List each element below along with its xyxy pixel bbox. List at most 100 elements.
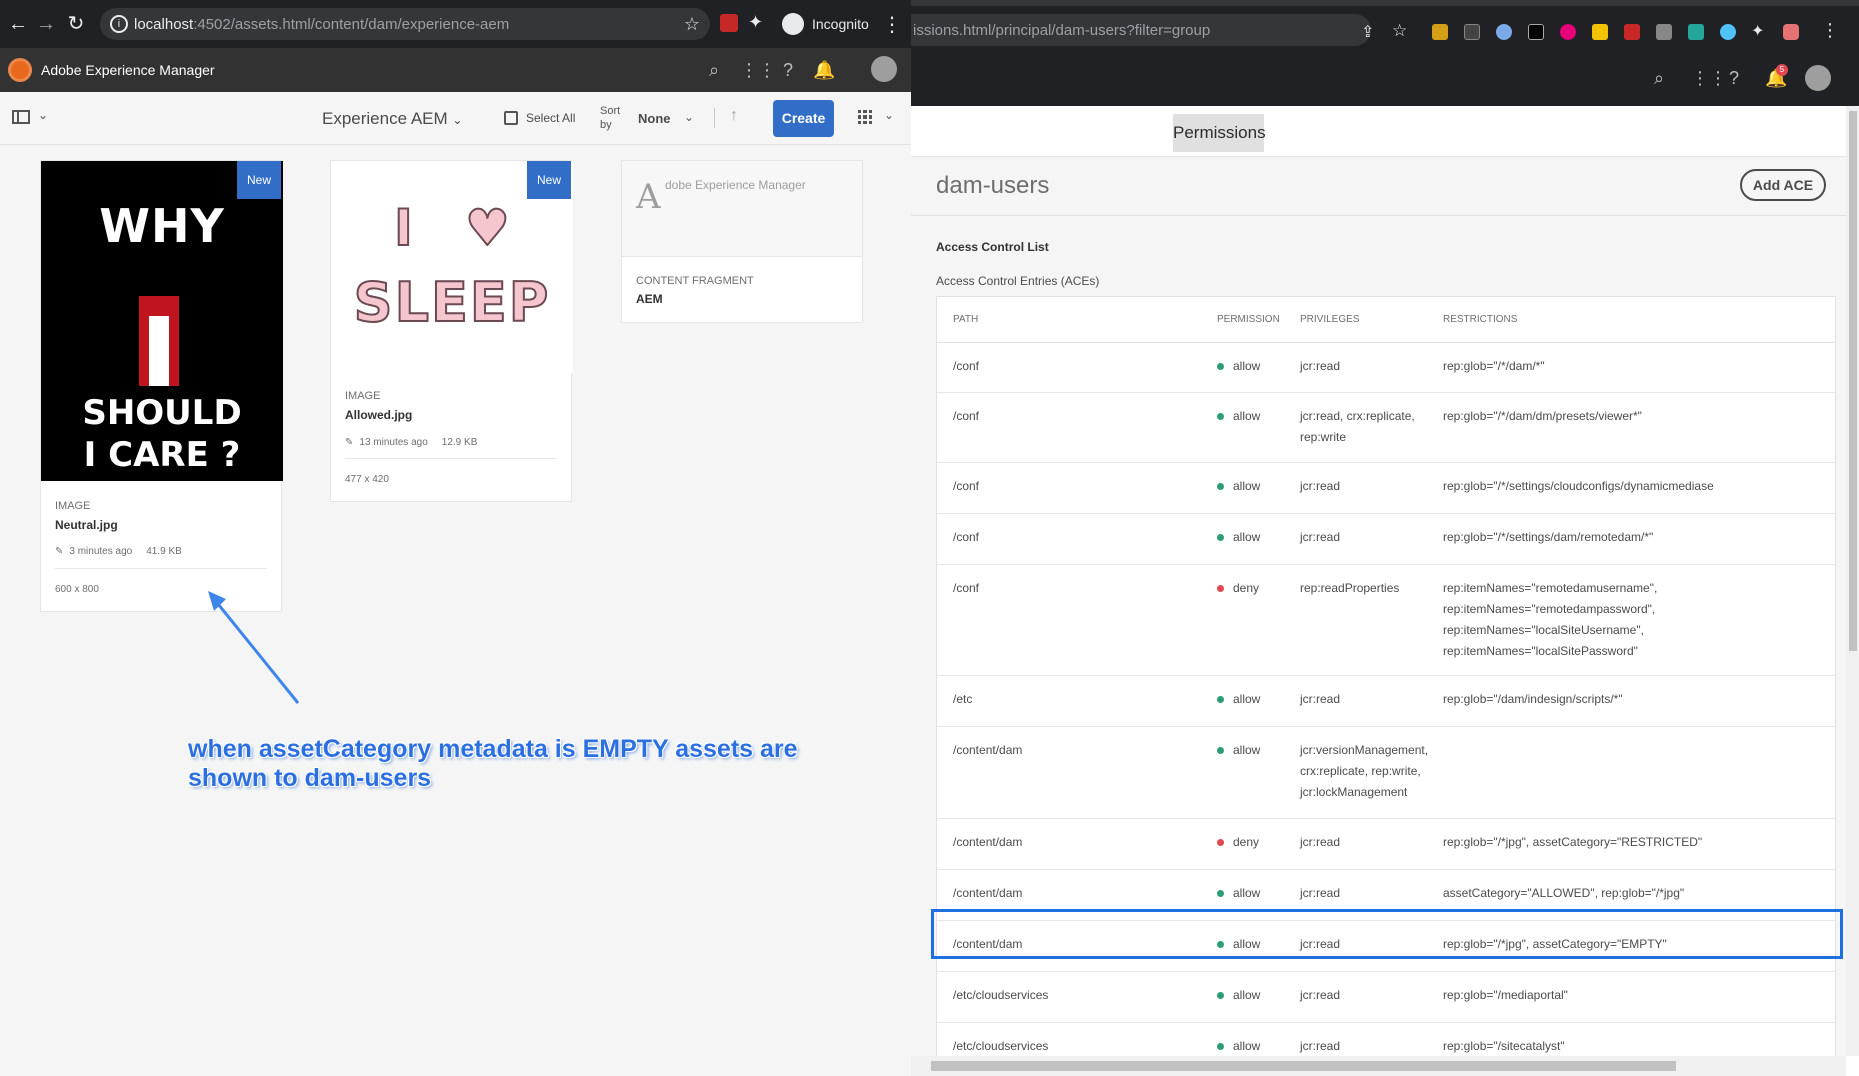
solutions-grid-icon[interactable]: ⋮⋮ — [1691, 68, 1727, 89]
new-badge: New — [527, 161, 571, 199]
ace-permission: allow — [1217, 985, 1260, 1006]
ace-permission: allow — [1217, 883, 1260, 904]
search-icon[interactable]: ⌕ — [703, 59, 725, 81]
asset-card[interactable]: I ♥ SLEEP New IMAGE Allowed.jpg ✎ 13 min… — [330, 160, 573, 502]
assets-window: ← → ↻ i localhost:4502/assets.html/conte… — [0, 0, 911, 1076]
ace-permission-label: deny — [1233, 581, 1260, 595]
select-all-button[interactable]: Select All — [504, 111, 575, 125]
address-bar[interactable]: issions.html/principal/dam-users?filter=… — [911, 14, 1371, 46]
info-icon[interactable]: i — [110, 15, 128, 33]
notifications-bell-icon[interactable]: 🔔 — [813, 59, 835, 81]
meta-divider — [345, 458, 557, 459]
table-row[interactable]: /content/dam allow jcr:versionManagement, … — [937, 727, 1835, 819]
asset-meta-row: ✎ 13 minutes ago 12.9 KB — [345, 437, 477, 448]
address-bar[interactable]: i localhost:4502/assets.html/content/dam… — [100, 8, 710, 40]
table-row[interactable]: /conf deny rep:readProperties rep:itemNames… — [937, 565, 1835, 676]
column-privileges[interactable]: PRIVILEGES — [1300, 314, 1359, 325]
bookmark-star-icon[interactable]: ☆ — [684, 14, 700, 35]
thumbnail-graphic — [149, 316, 169, 386]
create-button[interactable]: Create — [773, 100, 834, 137]
chevron-down-icon[interactable]: ⌄ — [884, 108, 894, 122]
reload-icon[interactable]: ↻ — [64, 12, 88, 36]
extension-icon[interactable] — [1656, 24, 1672, 40]
incognito-indicator[interactable]: Incognito — [778, 10, 879, 38]
ace-restrictions: rep:glob="/sitecatalyst" — [1443, 1039, 1565, 1053]
aem-logo-icon[interactable] — [8, 58, 32, 82]
sort-direction-icon[interactable]: ↑ — [730, 107, 738, 125]
extension-icon[interactable] — [1432, 24, 1448, 40]
extension-icon[interactable] — [1496, 24, 1512, 40]
annotation-text: when assetCategory metadata is EMPTY ass… — [188, 735, 798, 792]
chevron-down-icon[interactable]: ⌄ — [684, 110, 694, 124]
user-avatar[interactable] — [871, 56, 897, 82]
scrollbar-thumb[interactable] — [1849, 111, 1857, 651]
principal-header: dam-users Add ACE — [911, 156, 1846, 216]
column-restrictions[interactable]: RESTRICTIONS — [1443, 314, 1517, 325]
ace-privileges: jcr:read, crx:replicate, rep:write — [1300, 409, 1415, 444]
table-row[interactable]: /conf allow jcr:read rep:glob="/*/settings/… — [937, 514, 1835, 565]
notification-count: 5 — [1776, 64, 1788, 76]
fragment-initial: A — [636, 177, 661, 217]
scrollbar-thumb[interactable] — [931, 1061, 1676, 1071]
asset-card[interactable]: WHY SHOULD I CARE ? New IMAGE Neutral.jp… — [40, 160, 283, 612]
column-path[interactable]: PATH — [953, 314, 978, 325]
edit-pencil-icon: ✎ — [55, 546, 64, 557]
table-header: PATH PERMISSION PRIVILEGES RESTRICTIONS — [937, 297, 1835, 343]
extension-icon[interactable] — [720, 14, 738, 32]
ace-restrictions: rep:glob="/dam/indesign/scripts/*" — [1443, 692, 1623, 706]
ace-permission-label: allow — [1233, 692, 1261, 706]
search-icon[interactable]: ⌕ — [1654, 68, 1664, 89]
ace-path: /conf — [953, 409, 980, 423]
app-title[interactable]: Adobe Experience Manager — [41, 62, 215, 78]
view-switcher-icon[interactable] — [858, 110, 872, 124]
asset-modified: 3 minutes ago — [69, 546, 133, 557]
chevron-down-icon[interactable]: ⌄ — [38, 108, 48, 122]
add-ace-button[interactable]: Add ACE — [1740, 169, 1826, 201]
extension-icon[interactable] — [1560, 24, 1576, 40]
ace-permission-label: allow — [1233, 743, 1261, 757]
ace-permission-label: allow — [1233, 1039, 1261, 1053]
table-row[interactable]: /conf allow jcr:read rep:glob="/*/settings/… — [937, 463, 1835, 514]
ace-restrictions: assetCategory="ALLOWED", rep:glob="/*jpg… — [1443, 886, 1685, 900]
table-row[interactable]: /etc/cloudservices allow jcr:read rep:glob=… — [937, 972, 1835, 1023]
help-icon[interactable]: ? — [777, 59, 799, 81]
table-row[interactable]: /etc allow jcr:read rep:glob="/dam/indesign… — [937, 676, 1835, 727]
extension-icon[interactable] — [1720, 24, 1736, 40]
extension-icon[interactable] — [1624, 24, 1640, 40]
ace-privileges: jcr:read — [1300, 692, 1341, 706]
browser-menu-icon[interactable]: ⋮ — [1821, 20, 1839, 41]
toolbar-divider — [714, 108, 715, 128]
share-icon[interactable]: ⇪ — [1361, 22, 1374, 42]
ace-permission: allow — [1217, 689, 1260, 710]
extensions-puzzle-icon[interactable]: ✦ — [1751, 21, 1764, 41]
back-icon[interactable]: ← — [6, 12, 30, 36]
vertical-scrollbar[interactable] — [1846, 106, 1859, 1056]
bookmark-star-icon[interactable]: ☆ — [1392, 21, 1407, 41]
sort-select[interactable]: None — [638, 111, 671, 126]
help-icon[interactable]: ? — [1729, 68, 1739, 89]
extension-icon[interactable] — [1464, 24, 1480, 40]
content-fragment-card[interactable]: A dobe Experience Manager CONTENT FRAGME… — [621, 160, 863, 323]
url-host: localhost — [134, 16, 194, 33]
ace-path: /content/dam — [953, 886, 1023, 900]
ace-path: /etc/cloudservices — [953, 988, 1049, 1002]
user-avatar[interactable] — [1805, 65, 1831, 91]
forward-icon[interactable]: → — [34, 12, 58, 36]
solutions-grid-icon[interactable]: ⋮⋮ — [740, 59, 776, 81]
extension-icon[interactable] — [1592, 24, 1608, 40]
ace-permission: allow — [1217, 406, 1260, 427]
extensions-puzzle-icon[interactable]: ✦ — [748, 12, 763, 33]
rail-toggle-icon[interactable] — [12, 110, 30, 124]
ace-permission: deny — [1217, 832, 1259, 853]
tab-permissions[interactable]: Permissions — [1173, 114, 1266, 152]
profile-icon[interactable] — [1783, 24, 1799, 40]
folder-title[interactable]: Experience AEM ⌄ — [322, 109, 462, 129]
column-permission[interactable]: PERMISSION — [1217, 314, 1280, 325]
table-row[interactable]: /conf allow jcr:read, crx:replicate, rep:w… — [937, 393, 1835, 463]
horizontal-scrollbar[interactable] — [911, 1056, 1846, 1076]
table-row[interactable]: /content/dam deny jcr:read rep:glob="/*jpg"… — [937, 819, 1835, 870]
extension-icon[interactable] — [1528, 24, 1544, 40]
extension-icon[interactable] — [1688, 24, 1704, 40]
table-row[interactable]: /conf allow jcr:read rep:glob="/*/dam/*" — [937, 343, 1835, 393]
browser-menu-icon[interactable]: ⋮ — [882, 12, 902, 37]
